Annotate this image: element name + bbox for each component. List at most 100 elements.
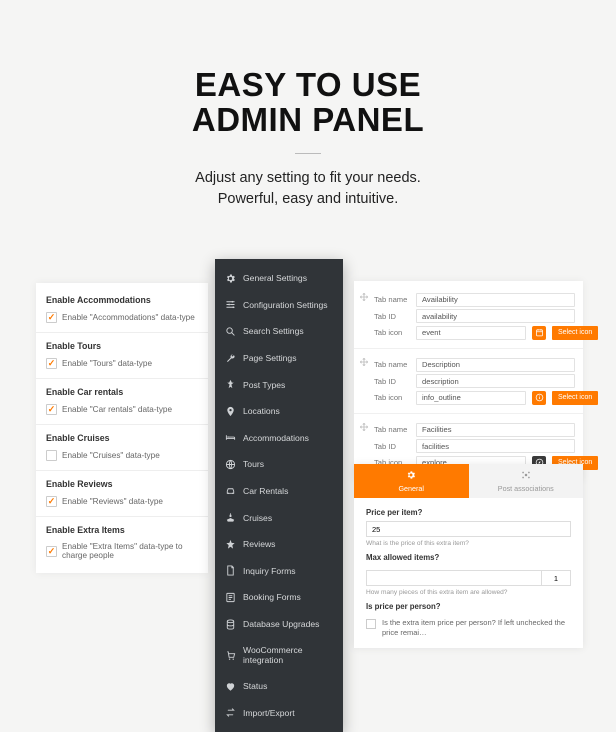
enable-checkbox-label: Enable "Car rentals" data-type [62,405,172,414]
tab-post-assoc-label: Post associations [498,484,554,493]
tab-general-label: General [398,484,424,493]
tab-name-input[interactable] [416,358,575,372]
tab-general[interactable]: General [354,464,469,498]
price-per-item-input[interactable] [366,521,571,537]
enable-checkbox[interactable] [46,450,57,461]
tab-post-associations[interactable]: Post associations [469,464,584,498]
select-icon-button[interactable]: Select icon [552,391,598,405]
star-icon [225,539,236,550]
drag-handle-icon[interactable] [359,357,369,367]
enable-checkbox-label: Enable "Tours" data-type [62,359,152,368]
sidebar-item-label: WooCommerce integration [243,645,333,665]
price-panel-tabs: General Post associations [354,464,583,498]
sidebar-item-status[interactable]: Status [215,673,343,700]
sidebar-item-accommodations[interactable]: Accommodations [215,425,343,452]
enable-checkbox-label: Enable "Accommodations" data-type [62,313,195,322]
sidebar-item-label: Import/Export [243,708,295,718]
sidebar-item-label: Car Rentals [243,486,288,496]
enable-checkbox-row: Enable "Tours" data-type [46,358,198,369]
enable-checkbox[interactable] [46,404,57,415]
sidebar-item-woocommerce-integration[interactable]: WooCommerce integration [215,637,343,673]
info-icon [532,391,546,405]
enable-checkbox[interactable] [46,312,57,323]
tab-id-input[interactable] [416,309,575,323]
enable-checkbox-row: Enable "Car rentals" data-type [46,404,198,415]
admin-sidebar-menu: General Settings Configuration Settings Se… [215,259,343,732]
globe-icon [225,459,236,470]
gear-icon [225,273,236,284]
tab-icon-input[interactable] [416,326,526,340]
enable-checkbox[interactable] [46,546,57,557]
db-icon [225,619,236,630]
max-items-slider-track[interactable] [366,570,541,586]
enable-group-title: Enable Cruises [46,433,198,443]
tab-id-row: Tab ID [374,439,575,453]
hero-subtitle: Adjust any setting to fit your needs. Po… [0,168,616,210]
sidebar-item-car-rentals[interactable]: Car Rentals [215,478,343,505]
enable-checkbox[interactable] [46,496,57,507]
sidebar-item-search-settings[interactable]: Search Settings [215,318,343,345]
drag-handle-icon[interactable] [359,422,369,432]
hero-section: EASY TO USE ADMIN PANEL Adjust any setti… [0,0,616,210]
sliders-icon [225,299,236,310]
form-icon [225,592,236,603]
sidebar-item-label: Post Types [243,380,285,390]
tab-id-label: Tab ID [374,312,410,321]
sidebar-item-general-settings[interactable]: General Settings [215,265,343,292]
sidebar-item-cruises[interactable]: Cruises [215,504,343,531]
enable-datatypes-panel: Enable AccommodationsEnable "Accommodati… [36,283,208,573]
tab-id-row: Tab ID [374,309,575,323]
per-person-text: Is the extra item price per person? If l… [382,618,571,638]
price-per-item-label: Price per item? [366,508,571,517]
tab-icon-input[interactable] [416,391,526,405]
tab-id-input[interactable] [416,439,575,453]
sidebar-item-database-upgrades[interactable]: Database Upgrades [215,611,343,638]
drag-handle-icon[interactable] [359,292,369,302]
hero-sub-line2: Powerful, easy and intuitive. [218,191,399,207]
sidebar-item-configuration-settings[interactable]: Configuration Settings [215,292,343,319]
enable-checkbox-row: Enable "Reviews" data-type [46,496,198,507]
marker-icon [225,406,236,417]
sidebar-item-label: Reviews [243,539,275,549]
enable-checkbox-label: Enable "Reviews" data-type [62,497,163,506]
sidebar-item-import-export[interactable]: Import/Export [215,700,343,727]
sidebar-item-label: Search Settings [243,326,304,336]
tab-name-label: Tab name [374,360,410,369]
hero-title-line2: ADMIN PANEL [192,101,424,138]
tab-id-label: Tab ID [374,377,410,386]
sidebar-item-booking-forms[interactable]: Booking Forms [215,584,343,611]
tab-name-input[interactable] [416,423,575,437]
file-icon [225,565,236,576]
transfer-icon [225,707,236,718]
sidebar-item-label: Tours [243,459,264,469]
select-icon-button[interactable]: Select icon [552,326,598,340]
tab-editor-panel: Tab nameTab IDTab iconSelect icon Tab nam… [354,281,583,481]
price-panel-body: Price per item? What is the price of thi… [354,498,583,648]
enable-group-title: Enable Extra Items [46,525,198,535]
enable-group-title: Enable Reviews [46,479,198,489]
link-icon [521,470,531,482]
tab-card: Tab nameTab IDTab iconSelect icon [354,284,583,349]
sidebar-item-reviews[interactable]: Reviews [215,531,343,558]
sidebar-item-label: Configuration Settings [243,300,328,310]
sidebar-item-locations[interactable]: Locations [215,398,343,425]
enable-checkbox-row: Enable "Extra Items" data-type to charge… [46,542,198,560]
sidebar-item-tours[interactable]: Tours [215,451,343,478]
hero-title-line1: EASY TO USE [195,66,421,103]
tab-id-input[interactable] [416,374,575,388]
hero-sub-line1: Adjust any setting to fit your needs. [195,170,421,186]
max-items-value[interactable] [541,570,571,586]
search-icon [225,326,236,337]
per-person-checkbox[interactable] [366,619,376,629]
tab-id-row: Tab ID [374,374,575,388]
bed-icon [225,432,236,443]
sidebar-item-label: Database Upgrades [243,619,319,629]
sidebar-item-label: Inquiry Forms [243,566,296,576]
car-icon [225,486,236,497]
sidebar-item-page-settings[interactable]: Page Settings [215,345,343,372]
max-items-label: Max allowed items? [366,553,571,562]
sidebar-item-inquiry-forms[interactable]: Inquiry Forms [215,558,343,585]
sidebar-item-post-types[interactable]: Post Types [215,371,343,398]
enable-checkbox[interactable] [46,358,57,369]
tab-name-input[interactable] [416,293,575,307]
